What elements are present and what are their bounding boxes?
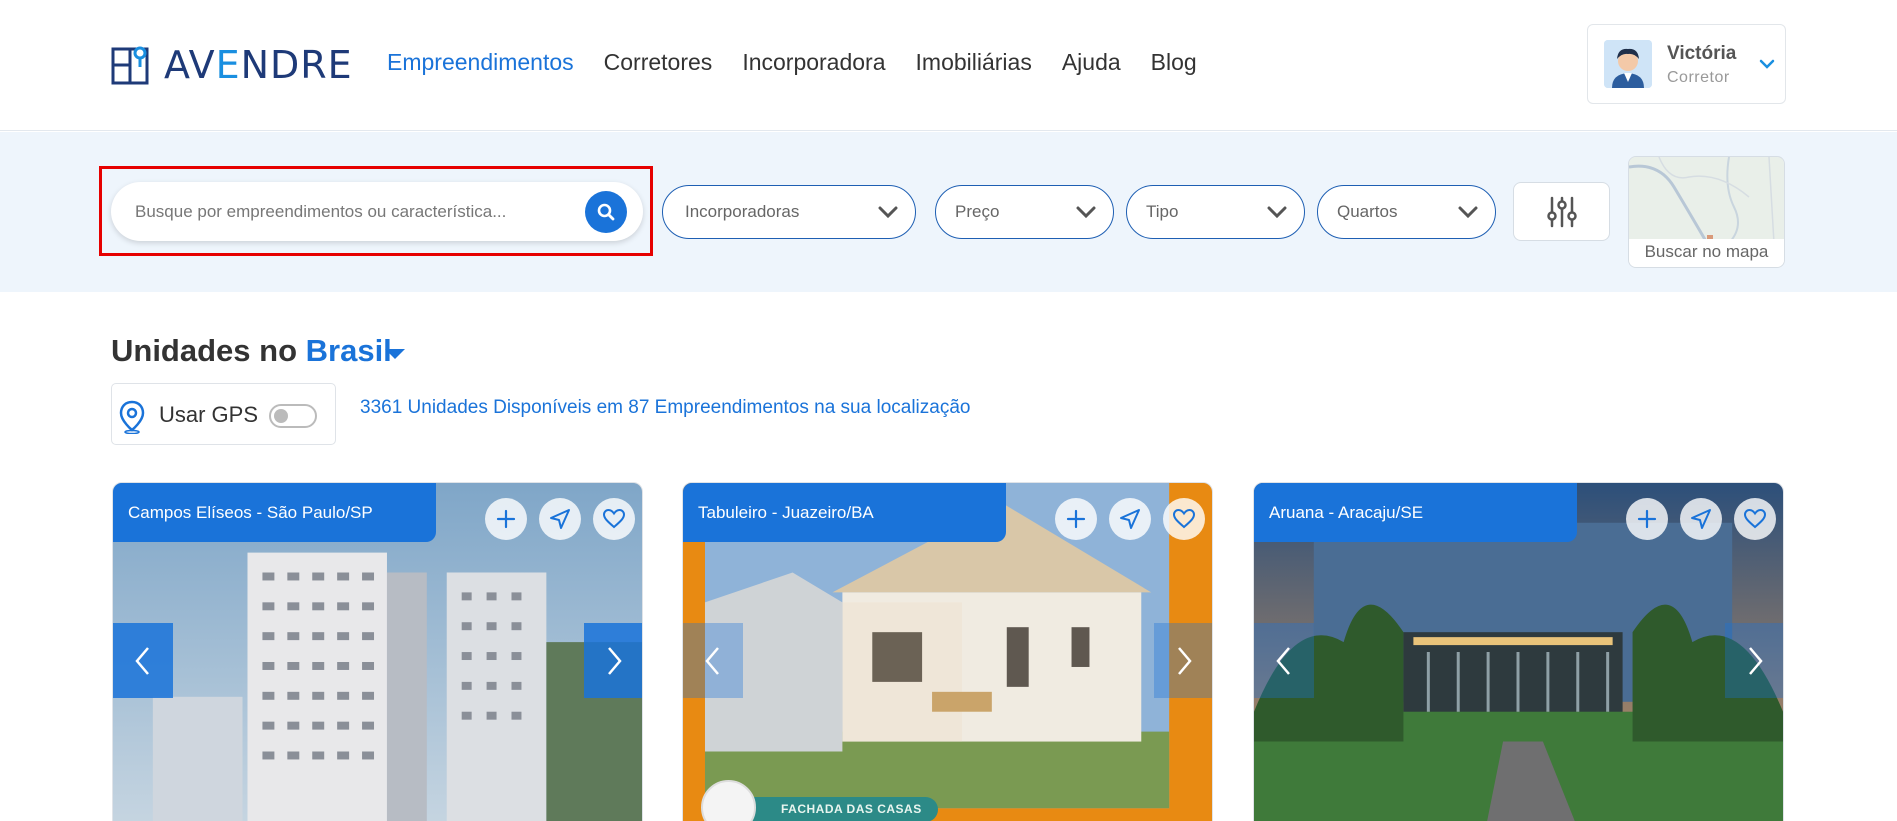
brand-logo[interactable]: AVENDRE	[110, 42, 353, 88]
property-card[interactable]: Aruana - Aracaju/SE	[1253, 482, 1784, 821]
favorite-button[interactable]	[593, 498, 635, 540]
location-pin-icon	[119, 400, 145, 434]
logo-wordmark: AVENDRE	[164, 43, 353, 87]
tipo-select[interactable]: Tipo	[1126, 185, 1305, 239]
carousel-prev-button[interactable]	[1254, 623, 1314, 698]
carousel-next-button[interactable]	[584, 623, 642, 698]
chevron-left-icon	[1276, 646, 1290, 675]
map-search-label: Buscar no mapa	[1629, 239, 1784, 267]
plus-icon	[496, 509, 516, 529]
carousel-prev-button[interactable]	[113, 623, 173, 698]
advanced-filters-button[interactable]	[1513, 182, 1610, 241]
add-compare-button[interactable]	[1626, 498, 1668, 540]
add-compare-button[interactable]	[485, 498, 527, 540]
property-card[interactable]: Campos Elíseos - São Paulo/SP	[112, 482, 643, 821]
sliders-icon	[1546, 196, 1577, 227]
gps-label: Usar GPS	[159, 402, 259, 427]
chevron-right-icon	[608, 646, 622, 675]
chevron-right-icon	[1749, 646, 1763, 675]
logo-icon	[111, 46, 149, 85]
user-avatar-icon	[1604, 40, 1652, 88]
card-location-label: Aruana - Aracaju/SE	[1254, 483, 1577, 542]
heart-icon	[1172, 508, 1196, 529]
navigation-arrow-icon	[1120, 509, 1140, 529]
chevron-left-icon	[135, 646, 149, 675]
user-name: Victória	[1667, 43, 1737, 64]
availability-count[interactable]: 3361 Unidades Disponíveis em 87 Empreend…	[360, 397, 970, 419]
user-menu[interactable]: Victória Corretor	[1587, 24, 1786, 104]
gps-toggle-box[interactable]: Usar GPS	[111, 383, 336, 445]
photo-caption-tag: FACHADA DAS CASAS	[735, 797, 938, 821]
chevron-down-icon	[878, 206, 898, 219]
navigation-arrow-icon	[550, 509, 570, 529]
nav-item-corretores[interactable]: Corretores	[604, 49, 713, 76]
chevron-down-icon	[1759, 59, 1775, 69]
preco-select[interactable]: Preço	[935, 185, 1114, 239]
chevron-right-icon	[1178, 646, 1192, 675]
map-search-button[interactable]: Buscar no mapa	[1628, 156, 1785, 268]
search-box	[111, 182, 643, 241]
quartos-select[interactable]: Quartos	[1317, 185, 1496, 239]
carousel-prev-button[interactable]	[683, 623, 743, 698]
top-header: AVENDRE Empreendimentos Corretores Incor…	[0, 0, 1897, 131]
directions-button[interactable]	[1680, 498, 1722, 540]
favorite-button[interactable]	[1163, 498, 1205, 540]
nav-item-imobiliarias[interactable]: Imobiliárias	[916, 49, 1032, 76]
page-title: Unidades no Brasil	[111, 333, 392, 368]
caret-down-icon[interactable]	[383, 346, 407, 362]
gps-switch[interactable]	[269, 404, 317, 428]
chevron-down-icon	[1076, 206, 1096, 219]
chevron-down-icon	[1458, 206, 1478, 219]
user-role: Corretor	[1667, 69, 1730, 86]
carousel-next-button[interactable]	[1154, 623, 1212, 698]
add-compare-button[interactable]	[1055, 498, 1097, 540]
search-input[interactable]	[135, 182, 575, 241]
location-selector[interactable]: Brasil	[306, 333, 392, 368]
heart-icon	[602, 508, 626, 529]
plus-icon	[1066, 509, 1086, 529]
nav-item-incorporadora[interactable]: Incorporadora	[742, 49, 885, 76]
favorite-button[interactable]	[1734, 498, 1776, 540]
search-icon	[597, 203, 615, 221]
directions-button[interactable]	[1109, 498, 1151, 540]
chevron-down-icon	[1267, 206, 1287, 219]
incorporadoras-select[interactable]: Incorporadoras	[662, 185, 916, 239]
avatar	[1604, 40, 1652, 88]
chevron-left-icon	[705, 646, 719, 675]
plus-icon	[1637, 509, 1657, 529]
card-location-label: Tabuleiro - Juazeiro/BA	[683, 483, 1006, 542]
main-nav: Empreendimentos Corretores Incorporadora…	[387, 49, 1197, 76]
property-card[interactable]: Tabuleiro - Juazeiro/BA FACHADA DAS CASA…	[682, 482, 1213, 821]
nav-item-ajuda[interactable]: Ajuda	[1062, 49, 1121, 76]
directions-button[interactable]	[539, 498, 581, 540]
card-location-label: Campos Elíseos - São Paulo/SP	[113, 483, 436, 542]
navigation-arrow-icon	[1691, 509, 1711, 529]
gps-switch-knob	[274, 409, 288, 423]
nav-item-empreendimentos[interactable]: Empreendimentos	[387, 49, 574, 76]
carousel-next-button[interactable]	[1725, 623, 1783, 698]
search-button[interactable]	[585, 191, 627, 233]
map-thumbnail-icon	[1629, 157, 1784, 244]
nav-item-blog[interactable]: Blog	[1151, 49, 1197, 76]
heart-icon	[1743, 508, 1767, 529]
